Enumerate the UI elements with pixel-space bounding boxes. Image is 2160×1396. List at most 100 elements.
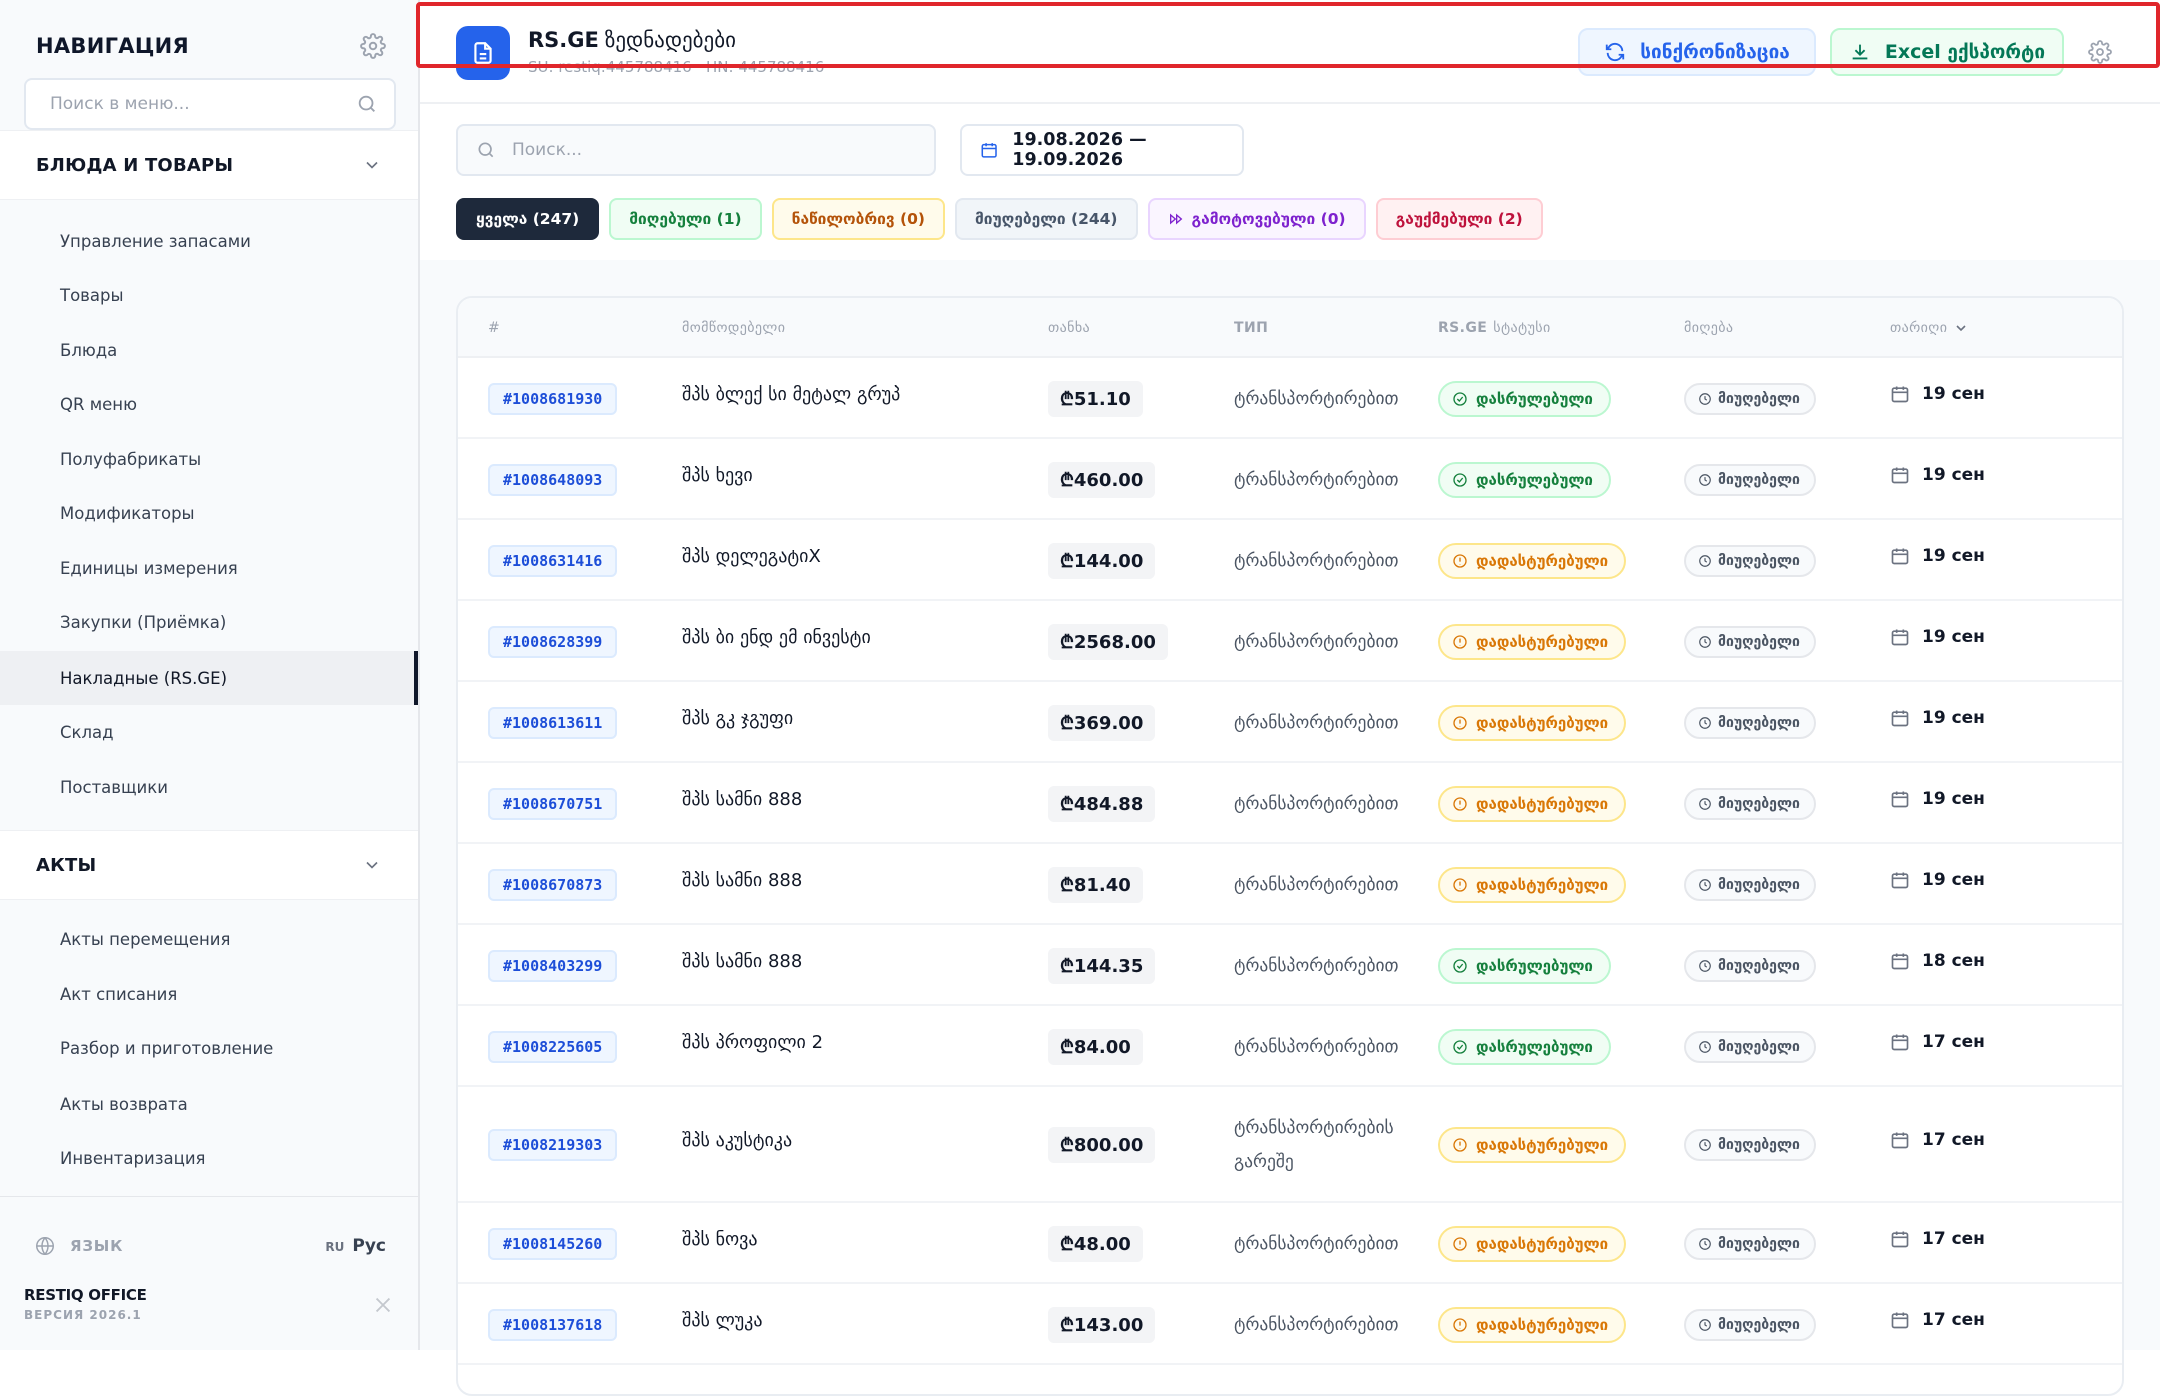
transport-type: ტრანსპორტირებით [1234, 1314, 1399, 1335]
sidebar: НАВИГАЦИЯ Поиск в меню... БЛЮДА И ТОВАРЫ… [0, 0, 420, 1350]
search-placeholder: Поиск... [512, 140, 583, 160]
table-row[interactable]: #1008631416 შპს დელეგატიX ₾144.00 ტრანსპორტ… [458, 520, 2122, 601]
language-label: ЯЗЫК [70, 1237, 124, 1255]
sidebar-item-dishes[interactable]: Блюда [0, 323, 418, 377]
alert-circle-icon [1453, 715, 1467, 730]
waybill-id-link[interactable]: #1008225605 [488, 1030, 618, 1063]
amount-value: ₾484.88 [1048, 785, 1156, 822]
sidebar-item-write-off-act[interactable]: Акт списания [0, 967, 418, 1021]
date-range-picker[interactable]: 19.08.2026 — 19.09.2026 [960, 124, 1244, 176]
table-row[interactable]: #1008403299 შპს სამნი 888 ₾144.35 ტრანსპორტ… [458, 925, 2122, 1006]
sidebar-group-goods[interactable]: БЛЮДА И ТОВАРЫ [0, 130, 418, 200]
table-row[interactable]: #1008648093 შპს ხევი ₾460.00 ტრანსპორტირები… [458, 439, 2122, 520]
waybill-id-link[interactable]: #1008681930 [488, 382, 618, 415]
sidebar-item-transfer-acts[interactable]: Акты перемещения [0, 912, 418, 966]
receiving-label: მიუღებელი [1718, 957, 1800, 974]
waybill-id-link[interactable]: #1008648093 [488, 463, 618, 496]
gear-icon[interactable] [360, 33, 386, 59]
waybill-id-link[interactable]: #1008219303 [488, 1129, 618, 1161]
sidebar-item-products[interactable]: Товары [0, 268, 418, 322]
date-value: 19 сен [1922, 626, 1985, 647]
page-header: RS.GE ზედნადებები SU: restiq:445788416 · … [416, 0, 2160, 104]
waybill-id-link[interactable]: #1008631416 [488, 544, 618, 577]
calendar-icon [1891, 1231, 1909, 1247]
sidebar-item-semi-finished[interactable]: Полуфабрикаты [0, 432, 418, 486]
sidebar-item-purchases[interactable]: Закупки (Приёмка) [0, 595, 418, 649]
sidebar-item-units[interactable]: Единицы измерения [0, 541, 418, 595]
waybill-id-link[interactable]: #1008670873 [488, 868, 618, 901]
sync-button[interactable]: სინქრონიზაცია [1578, 28, 1816, 76]
table-row[interactable]: #1008225605 შპს პროფილი 2 ₾84.00 ტრანსპორტი… [458, 1006, 2122, 1087]
filter-tab-transferred[interactable]: გამოტოვებული (0) [1147, 198, 1366, 240]
table-row[interactable]: #1008145260 შპს ნოვა ₾48.00 ტრანსპორტირებით… [458, 1203, 2122, 1284]
column-header-supplier[interactable]: მომწოდებელი [682, 320, 785, 336]
excel-export-button[interactable]: Excel ექსპორტი [1830, 28, 2064, 76]
transport-type: ტრანსპორტირებით [1234, 550, 1399, 571]
table-row[interactable]: #1008681930 შპს ბლექ სი მეტალ გრუპ ₾51.10 ტ… [458, 358, 2122, 439]
date-cell: 19 сен [1890, 546, 1985, 566]
receiving-label: მიუღებელი [1718, 471, 1800, 488]
close-icon[interactable] [372, 1294, 394, 1316]
date-value: 17 сен [1922, 1228, 1985, 1249]
sidebar-item-qr-menu[interactable]: QR меню [0, 377, 418, 431]
receiving-label: მიუღებელი [1718, 714, 1800, 731]
table-row[interactable]: #1008613611 შპს გკ ჯგუფი ₾369.00 ტრანსპორტი… [458, 682, 2122, 763]
fast-forward-icon [1169, 213, 1182, 225]
date-cell: 17 сен [1890, 1229, 1985, 1249]
table-row[interactable]: #1008628399 შპს ბი ენდ ემ ინვესტი ₾2568.00… [458, 601, 2122, 682]
filter-tab-all[interactable]: ყველა (247) [456, 198, 600, 240]
table-row[interactable]: #1008670873 შპს სამნი 888 ₾81.40 ტრანსპორტი… [458, 844, 2122, 925]
receiving-badge: მიუღებელი [1684, 787, 1816, 820]
filter-tab-partial[interactable]: ნაწილობრივ (0) [771, 198, 945, 240]
sidebar-item-suppliers[interactable]: Поставщики [0, 760, 418, 814]
sidebar-item-modifiers[interactable]: Модификаторы [0, 486, 418, 540]
filter-tab-received[interactable]: მიღებული (1) [609, 198, 762, 240]
sidebar-item-disassembly[interactable]: Разбор и приготовление [0, 1021, 418, 1075]
clock-icon [1699, 554, 1711, 567]
column-header-receiving[interactable]: მიღება [1684, 320, 1733, 336]
date-cell: 19 сен [1890, 870, 1985, 890]
sidebar-item-inventory-management[interactable]: Управление запасами [0, 214, 418, 268]
receiving-cell: მიუღებელი [1684, 868, 1816, 901]
filter-tab-not-received[interactable]: მიუღებელი (244) [954, 198, 1138, 240]
menu-search-input[interactable]: Поиск в меню... [24, 78, 396, 130]
filter-tab-cancelled[interactable]: გაუქმებული (2) [1375, 198, 1543, 240]
waybill-id-link[interactable]: #1008403299 [488, 949, 618, 982]
brand-version: ВЕРСИЯ 2026.1 [24, 1308, 142, 1322]
search-input[interactable]: Поиск... [456, 124, 936, 176]
clock-icon [1699, 878, 1711, 891]
supplier-name: შპს ბლექ სი მეტალ გრუპ [682, 383, 901, 405]
table-row[interactable]: #1008219303 შპს აკუსტიკა ₾800.00 ტრანსპორტი… [458, 1087, 2122, 1203]
status-cell: დადასტურებული [1438, 542, 1627, 579]
language-switcher[interactable]: ЯЗЫК RU Рус [34, 1228, 386, 1264]
page-subtitle: SU: restiq:445788416 · HN: 445788416 [528, 58, 825, 76]
gear-icon[interactable] [2088, 40, 2112, 64]
waybill-id-link[interactable]: #1008613611 [488, 706, 618, 739]
waybill-id-link[interactable]: #1008670751 [488, 787, 618, 820]
clock-icon [1699, 1139, 1711, 1151]
sidebar-item-stocktaking[interactable]: Инвентаризация [0, 1131, 418, 1185]
transport-type: ტრანსპორტირების გარეშე [1234, 1118, 1394, 1172]
table-row[interactable]: #1008670751 შპს სამნი 888 ₾484.88 ტრანსპორტ… [458, 763, 2122, 844]
column-header-date[interactable]: თარიღი [1890, 320, 1969, 336]
column-header-amount[interactable]: თანხა [1048, 320, 1090, 336]
sidebar-item-label: Инвентаризация [60, 1148, 206, 1168]
sidebar-item-return-acts[interactable]: Акты возврата [0, 1077, 418, 1131]
language-current[interactable]: RU Рус [325, 1236, 386, 1256]
column-header-status[interactable]: RS.GE სტატუსი [1438, 320, 1551, 336]
waybill-id-link[interactable]: #1008145260 [488, 1227, 618, 1260]
check-circle-icon [1453, 958, 1467, 973]
calendar-icon [1891, 710, 1909, 726]
sidebar-item-label: Управление запасами [60, 231, 251, 251]
supplier-name: შპს სამნი 888 [682, 869, 803, 891]
column-header-type[interactable]: ТИП [1234, 320, 1268, 336]
waybill-id-link[interactable]: #1008628399 [488, 625, 618, 658]
supplier-name: შპს ბი ენდ ემ ინვესტი [682, 626, 871, 648]
sidebar-item-waybills[interactable]: Накладные (RS.GE) [0, 651, 418, 705]
receiving-label: მიუღებელი [1718, 633, 1800, 650]
sidebar-group-acts[interactable]: АКТЫ [0, 830, 418, 900]
sidebar-item-warehouse[interactable]: Склад [0, 705, 418, 759]
date-cell: 17 сен [1890, 1310, 1985, 1330]
waybill-id-link[interactable]: #1008137618 [488, 1308, 618, 1341]
table-row[interactable]: #1008137618 შპს ლუკა ₾143.00 ტრანსპორტირები… [458, 1284, 2122, 1365]
